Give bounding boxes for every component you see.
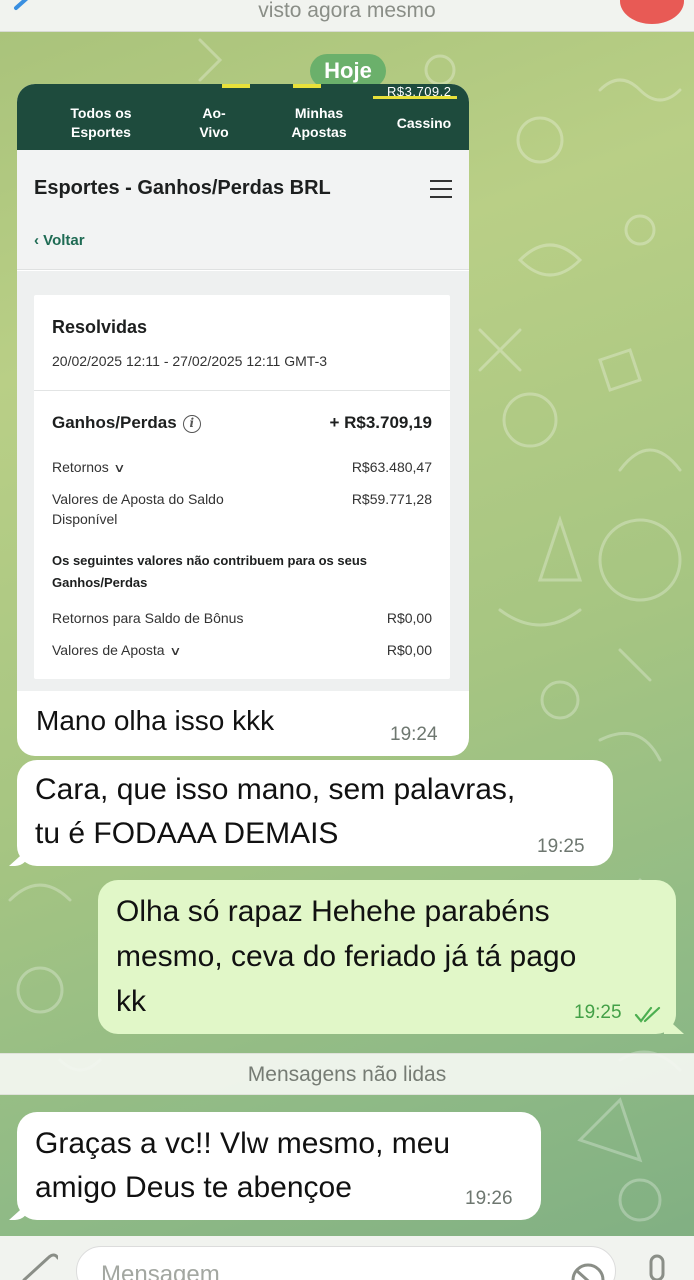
outgoing-message[interactable]: Olha só rapaz Hehehe parabéns mesmo, cev… [98,880,676,1034]
nav-underline [373,96,457,99]
voltar-label: Voltar [43,232,85,249]
stake-label: Valores de Aposta do Saldo Disponível [52,489,224,529]
sticker-icon[interactable] [568,1258,608,1280]
chevron-left-icon: ‹ [34,232,44,249]
message-time: 19:25 [537,836,585,857]
divider [34,390,450,391]
page-title: Esportes - Ganhos/Perdas BRL [34,177,331,199]
bet-values-value: R$0,00 [386,642,432,658]
message-line: mesmo, ceva do feriado já tá pago [116,940,577,973]
bet-values-label: Valores de Aposta [52,642,165,658]
stake-label-line: Disponível [52,511,118,527]
image-message[interactable]: R$3.709,2 Todos os Esportes Ao- Vivo Min… [17,84,469,756]
nav-label: Ao- [202,105,226,121]
nav-highlight [222,84,250,88]
bonus-returns-value: R$0,00 [386,610,432,626]
results-card: Resolvidas 20/02/2025 12:11 - 27/02/2025… [34,295,450,679]
unread-messages-divider: Mensagens não lidas [0,1053,694,1095]
page-header [17,150,469,270]
message-line: amigo Deus te abençoe [35,1171,352,1204]
info-icon[interactable]: i [182,415,201,433]
voltar-link[interactable]: ‹ Voltar [34,232,85,249]
bonus-returns-label: Retornos para Saldo de Bônus [52,610,244,626]
message-line: Graças a vc!! Vlw mesmo, meu [35,1127,451,1160]
date-pill: Hoje [310,54,386,88]
message-time: 19:24 [390,724,438,745]
gains-label-text: Ganhos/Perdas [52,413,177,432]
mic-icon[interactable] [640,1252,674,1280]
message-placeholder: Mensagem [101,1261,220,1280]
nav-label: Cassino [396,115,452,131]
message-input[interactable]: Mensagem [76,1246,616,1280]
attach-icon[interactable] [10,1252,58,1280]
double-check-icon [634,1006,661,1023]
incoming-message[interactable]: Graças a vc!! Vlw mesmo, meu amigo Deus … [17,1112,541,1220]
nav-minhas-apostas[interactable]: Minhas Apostas [279,104,359,142]
returns-row[interactable]: Retornos ∨ [52,457,126,478]
chevron-down-icon: ∨ [113,461,126,475]
menu-icon[interactable] [430,180,452,198]
gains-losses-value: + R$3.709,19 [329,413,432,432]
message-time: 19:25 [574,1002,622,1023]
stake-label-line: Valores de Aposta do Saldo [52,491,224,507]
message-time: 19:26 [465,1188,513,1209]
nav-label: Minhas [294,105,344,121]
gains-losses-label: Ganhos/Perdas i [52,413,201,433]
message-line: Olha só rapaz Hehehe parabéns [116,895,550,928]
nav-todos-esportes[interactable]: Todos os Esportes [61,104,141,142]
message-line: Cara, que isso mano, sem palavras, [35,773,516,806]
returns-value: R$63.480,47 [351,459,432,475]
nav-highlight [293,84,321,88]
bet-values-row[interactable]: Valores de Aposta ∨ [52,640,182,661]
nav-label: Vivo [199,124,229,140]
nav-ao-vivo[interactable]: Ao- Vivo [187,104,241,142]
date-range: 20/02/2025 12:11 - 27/02/2025 12:11 GMT-… [52,353,328,369]
returns-label: Retornos [52,459,109,475]
app-nav-bar: R$3.709,2 Todos os Esportes Ao- Vivo Min… [17,84,469,150]
section-title: Resolvidas [52,317,148,337]
stake-value: R$59.771,28 [351,491,432,507]
last-seen-status: visto agora mesmo [258,0,436,22]
message-line: tu é FODAAA DEMAIS [35,817,339,850]
note-text: Os seguintes valores não contribuem para… [52,553,367,590]
nav-cassino[interactable]: Cassino [389,114,459,133]
chat-header: visto agora mesmo [0,0,694,32]
nav-label: Apostas [291,124,347,140]
incoming-message[interactable]: Cara, que isso mano, sem palavras, tu é … [17,760,613,866]
nav-label: Esportes [71,124,131,140]
message-line: kk [116,985,146,1018]
chevron-down-icon: ∨ [168,644,182,658]
nav-label: Todos os [70,105,132,121]
message-caption: Mano olha isso kkk [36,705,275,736]
